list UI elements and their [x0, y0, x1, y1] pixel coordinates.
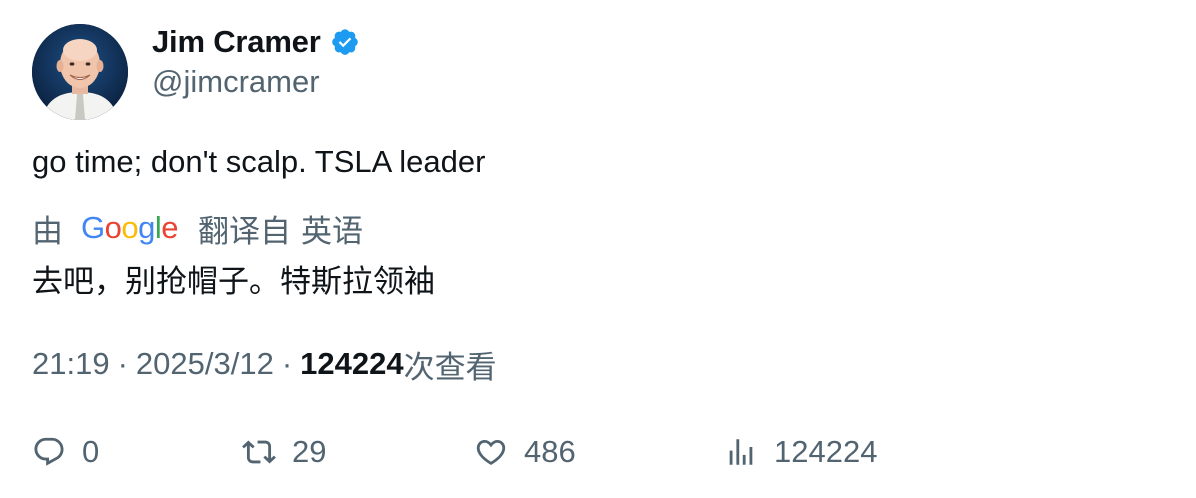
like-count: 486 [524, 434, 576, 469]
retweet-button[interactable]: 29 [242, 430, 326, 474]
tweet-meta: 21:19 · 2025/3/12 · 124224 次查看 [32, 344, 497, 385]
reply-count: 0 [82, 434, 100, 469]
translated-from-label: 翻译自 [198, 213, 292, 249]
views-button[interactable]: 124224 [724, 430, 877, 474]
like-button[interactable]: 486 [474, 430, 576, 474]
views-label: 次查看 [403, 349, 497, 385]
translated-text: 去吧，别抢帽子。特斯拉领袖 [32, 264, 435, 299]
reply-icon [34, 437, 64, 466]
retweet-icon [242, 440, 276, 464]
verified-badge-icon[interactable] [330, 27, 360, 57]
views-count: 124224 [300, 346, 404, 381]
heart-icon [476, 439, 506, 465]
meta-separator: · [117, 346, 128, 381]
reply-button[interactable]: 0 [32, 430, 99, 474]
tweet-text: go time; don't scalp. TSLA leader [32, 144, 486, 179]
action-bar: 0 29 486 124224 [32, 430, 1164, 474]
meta-separator: · [281, 346, 293, 381]
tweet-date[interactable]: 2025/3/12 [136, 346, 274, 382]
author-name-row: Jim Cramer [152, 22, 360, 62]
translation-attribution: 由 Google 翻译自 英语 [32, 208, 364, 249]
tweet-time[interactable]: 21:19 [32, 346, 110, 382]
author-handle[interactable]: @jimcramer [152, 64, 320, 100]
bar-chart-icon [729, 439, 753, 465]
translated-by-label: 由 [32, 213, 63, 249]
google-logo[interactable]: Google [81, 210, 179, 246]
display-name[interactable]: Jim Cramer [152, 24, 321, 60]
views-action-count: 124224 [774, 434, 878, 469]
avatar-image [32, 24, 128, 120]
source-language: 英语 [301, 213, 364, 249]
avatar[interactable] [32, 24, 128, 120]
retweet-count: 29 [292, 434, 327, 469]
